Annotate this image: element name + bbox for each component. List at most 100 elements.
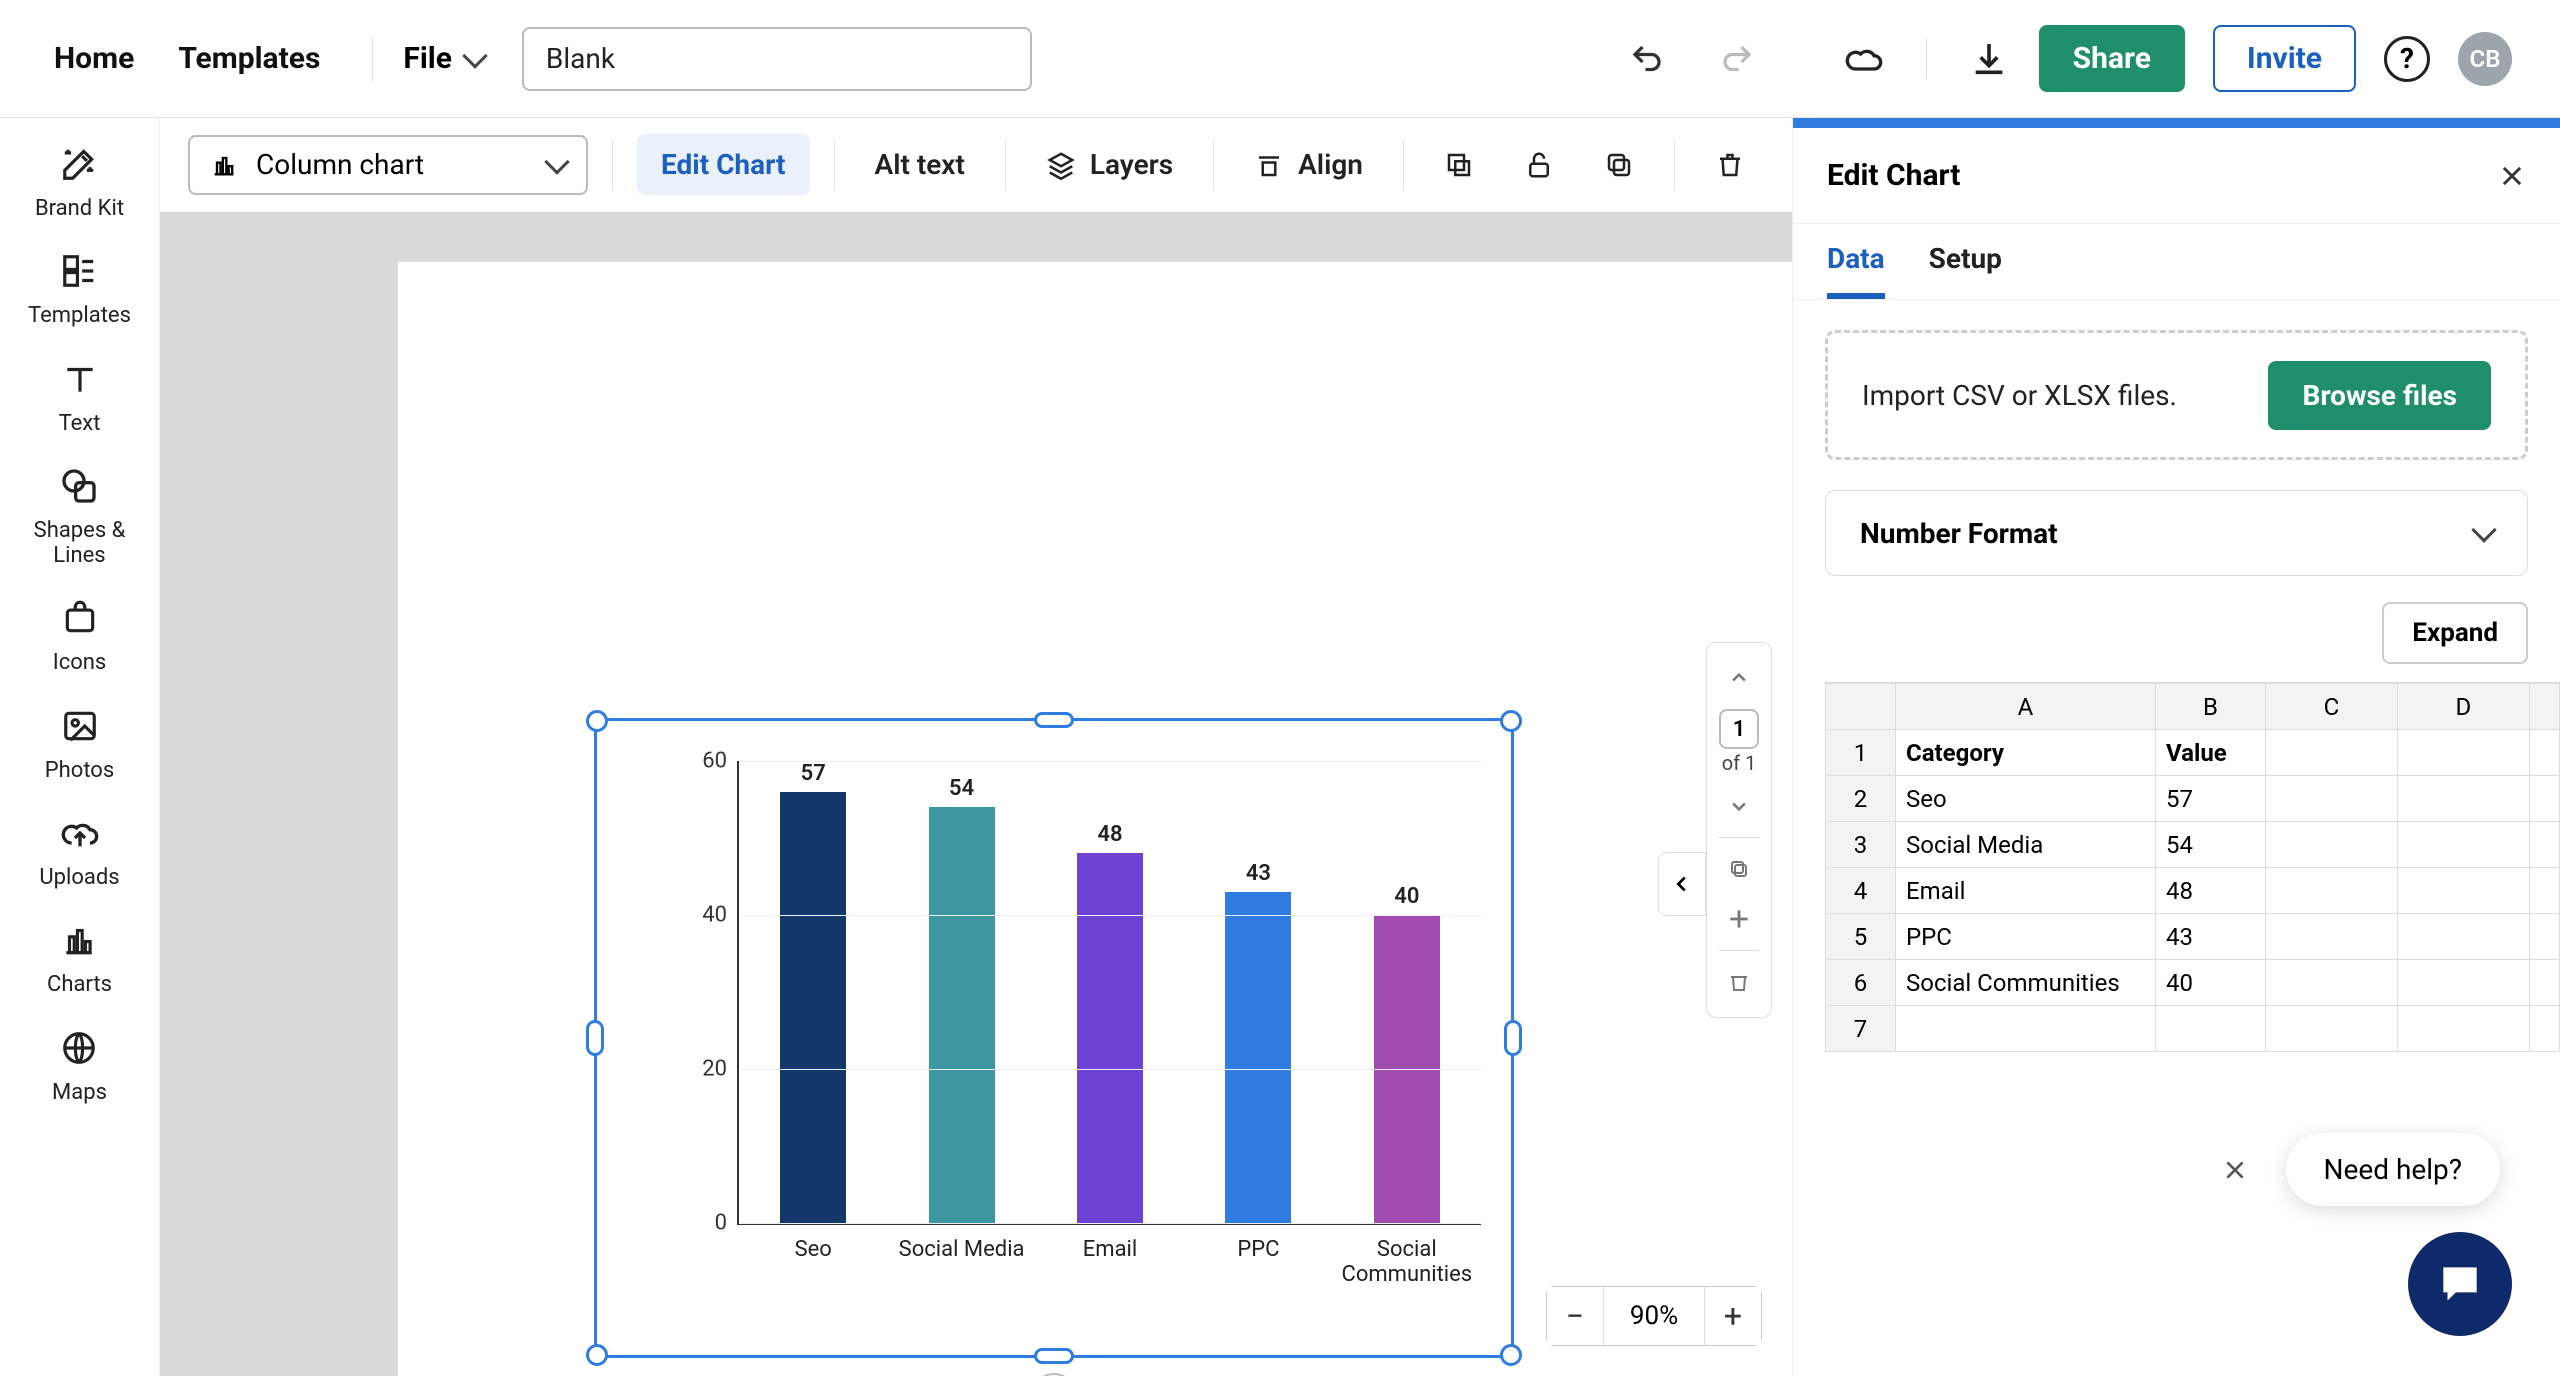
zoom-out-button[interactable]: − (1547, 1287, 1603, 1345)
page-number[interactable]: 1 (1719, 709, 1759, 749)
cell[interactable] (2266, 960, 2398, 1006)
rail-brand-kit[interactable]: Brand Kit (35, 142, 124, 221)
cell[interactable] (2266, 730, 2398, 776)
cloud-sync-button[interactable] (1842, 37, 1886, 81)
nav-home[interactable]: Home (54, 41, 134, 76)
resize-handle-mr[interactable] (1504, 1020, 1522, 1056)
delete-button[interactable] (1699, 140, 1761, 190)
redo-button[interactable] (1716, 38, 1758, 80)
import-dropzone[interactable]: Import CSV or XLSX files. Browse files (1825, 330, 2528, 460)
help-dismiss-button[interactable] (2210, 1145, 2260, 1195)
cell[interactable] (2397, 730, 2529, 776)
cell[interactable]: 43 (2156, 914, 2266, 960)
undo-button[interactable] (1626, 38, 1668, 80)
cell[interactable]: Social Communities (1896, 960, 2156, 1006)
cell[interactable]: Value (2156, 730, 2266, 776)
cell[interactable]: 54 (2156, 822, 2266, 868)
col-header[interactable]: B (2156, 684, 2266, 730)
chart-selection[interactable]: 57Seo54Social Media48Email43PPC40Social … (594, 718, 1514, 1358)
cell[interactable] (2397, 776, 2529, 822)
zoom-in-button[interactable]: + (1705, 1287, 1761, 1345)
resize-handle-tl[interactable] (586, 710, 608, 732)
page-prev-button[interactable] (1707, 653, 1771, 703)
cell[interactable] (2397, 914, 2529, 960)
data-table[interactable]: ABCD1CategoryValue2Seo573Social Media544… (1825, 682, 2560, 1052)
align-button[interactable]: Align (1238, 138, 1379, 191)
resize-handle-mb[interactable] (1034, 1348, 1074, 1364)
duplicate-page-button[interactable] (1707, 844, 1771, 894)
cell[interactable] (2397, 960, 2529, 1006)
page-next-button[interactable] (1707, 781, 1771, 831)
cell[interactable] (2397, 822, 2529, 868)
edit-chart-button[interactable]: Edit Chart (637, 134, 810, 195)
resize-handle-ml[interactable] (586, 1020, 604, 1056)
rail-uploads[interactable]: Uploads (39, 811, 119, 890)
number-format-accordion[interactable]: Number Format (1825, 490, 2528, 576)
file-menu[interactable]: File (403, 41, 484, 76)
col-header[interactable]: D (2397, 684, 2529, 730)
document-title-input[interactable] (522, 27, 1032, 91)
rail-photos[interactable]: Photos (45, 704, 114, 783)
cell[interactable] (2266, 776, 2398, 822)
help-bubble[interactable]: Need help? (2286, 1133, 2500, 1206)
cell[interactable]: Social Media (1896, 822, 2156, 868)
rail-icons[interactable]: Icons (53, 596, 107, 675)
delete-page-button[interactable] (1707, 957, 1771, 1007)
rail-charts[interactable]: Charts (47, 918, 112, 997)
chart-type-dropdown[interactable]: Column chart (188, 135, 588, 195)
layers-button[interactable]: Layers (1030, 138, 1189, 191)
resize-handle-mt[interactable] (1034, 712, 1074, 728)
col-header[interactable]: C (2266, 684, 2398, 730)
cell[interactable]: Email (1896, 868, 2156, 914)
rail-maps[interactable]: Maps (52, 1026, 107, 1105)
zoom-value[interactable]: 90% (1604, 1301, 1704, 1331)
cell[interactable] (2266, 1006, 2398, 1052)
rail-text[interactable]: Text (58, 357, 102, 436)
help-button[interactable]: ? (2384, 36, 2430, 82)
collapse-panel-toggle[interactable] (1658, 852, 1706, 916)
cell[interactable]: Category (1896, 730, 2156, 776)
cell[interactable] (2156, 1006, 2266, 1052)
resize-handle-tr[interactable] (1500, 710, 1522, 732)
rail-templates[interactable]: Templates (28, 249, 131, 328)
tab-data[interactable]: Data (1827, 242, 1885, 299)
resize-handle-bl[interactable] (586, 1344, 608, 1366)
share-button[interactable]: Share (2039, 25, 2185, 92)
cell[interactable] (2397, 1006, 2529, 1052)
cell[interactable]: 40 (2156, 960, 2266, 1006)
cell[interactable] (1896, 1006, 2156, 1052)
rail-shapes[interactable]: Shapes & Lines (34, 464, 126, 569)
download-button[interactable] (1967, 37, 2011, 81)
col-header[interactable]: A (1896, 684, 2156, 730)
resize-handle-br[interactable] (1500, 1344, 1522, 1366)
group-button[interactable] (1428, 140, 1490, 190)
lock-button[interactable] (1508, 140, 1570, 190)
cell[interactable]: 57 (2156, 776, 2266, 822)
tab-setup[interactable]: Setup (1929, 242, 2002, 299)
canvas[interactable]: 57Seo54Social Media48Email43PPC40Social … (160, 212, 1792, 1376)
cell[interactable]: Seo (1896, 776, 2156, 822)
add-page-button[interactable] (1707, 894, 1771, 944)
expand-table-button[interactable]: Expand (2382, 602, 2528, 664)
row-number[interactable]: 3 (1826, 822, 1896, 868)
browse-files-button[interactable]: Browse files (2268, 361, 2491, 430)
cell[interactable]: 48 (2156, 868, 2266, 914)
row-number[interactable]: 2 (1826, 776, 1896, 822)
panel-close-button[interactable] (2498, 162, 2526, 190)
cell[interactable] (2266, 822, 2398, 868)
row-number[interactable]: 6 (1826, 960, 1896, 1006)
nav-templates[interactable]: Templates (178, 41, 320, 76)
cell[interactable] (2266, 868, 2398, 914)
invite-button[interactable]: Invite (2213, 25, 2356, 92)
cell[interactable] (2266, 914, 2398, 960)
alt-text-button[interactable]: Alt text (859, 138, 981, 191)
cell[interactable] (2397, 868, 2529, 914)
duplicate-button[interactable] (1588, 140, 1650, 190)
row-number[interactable]: 1 (1826, 730, 1896, 776)
row-number[interactable]: 4 (1826, 868, 1896, 914)
row-number[interactable]: 7 (1826, 1006, 1896, 1052)
chat-fab[interactable] (2408, 1232, 2512, 1336)
cell[interactable]: PPC (1896, 914, 2156, 960)
row-number[interactable]: 5 (1826, 914, 1896, 960)
user-avatar[interactable]: CB (2458, 32, 2512, 86)
